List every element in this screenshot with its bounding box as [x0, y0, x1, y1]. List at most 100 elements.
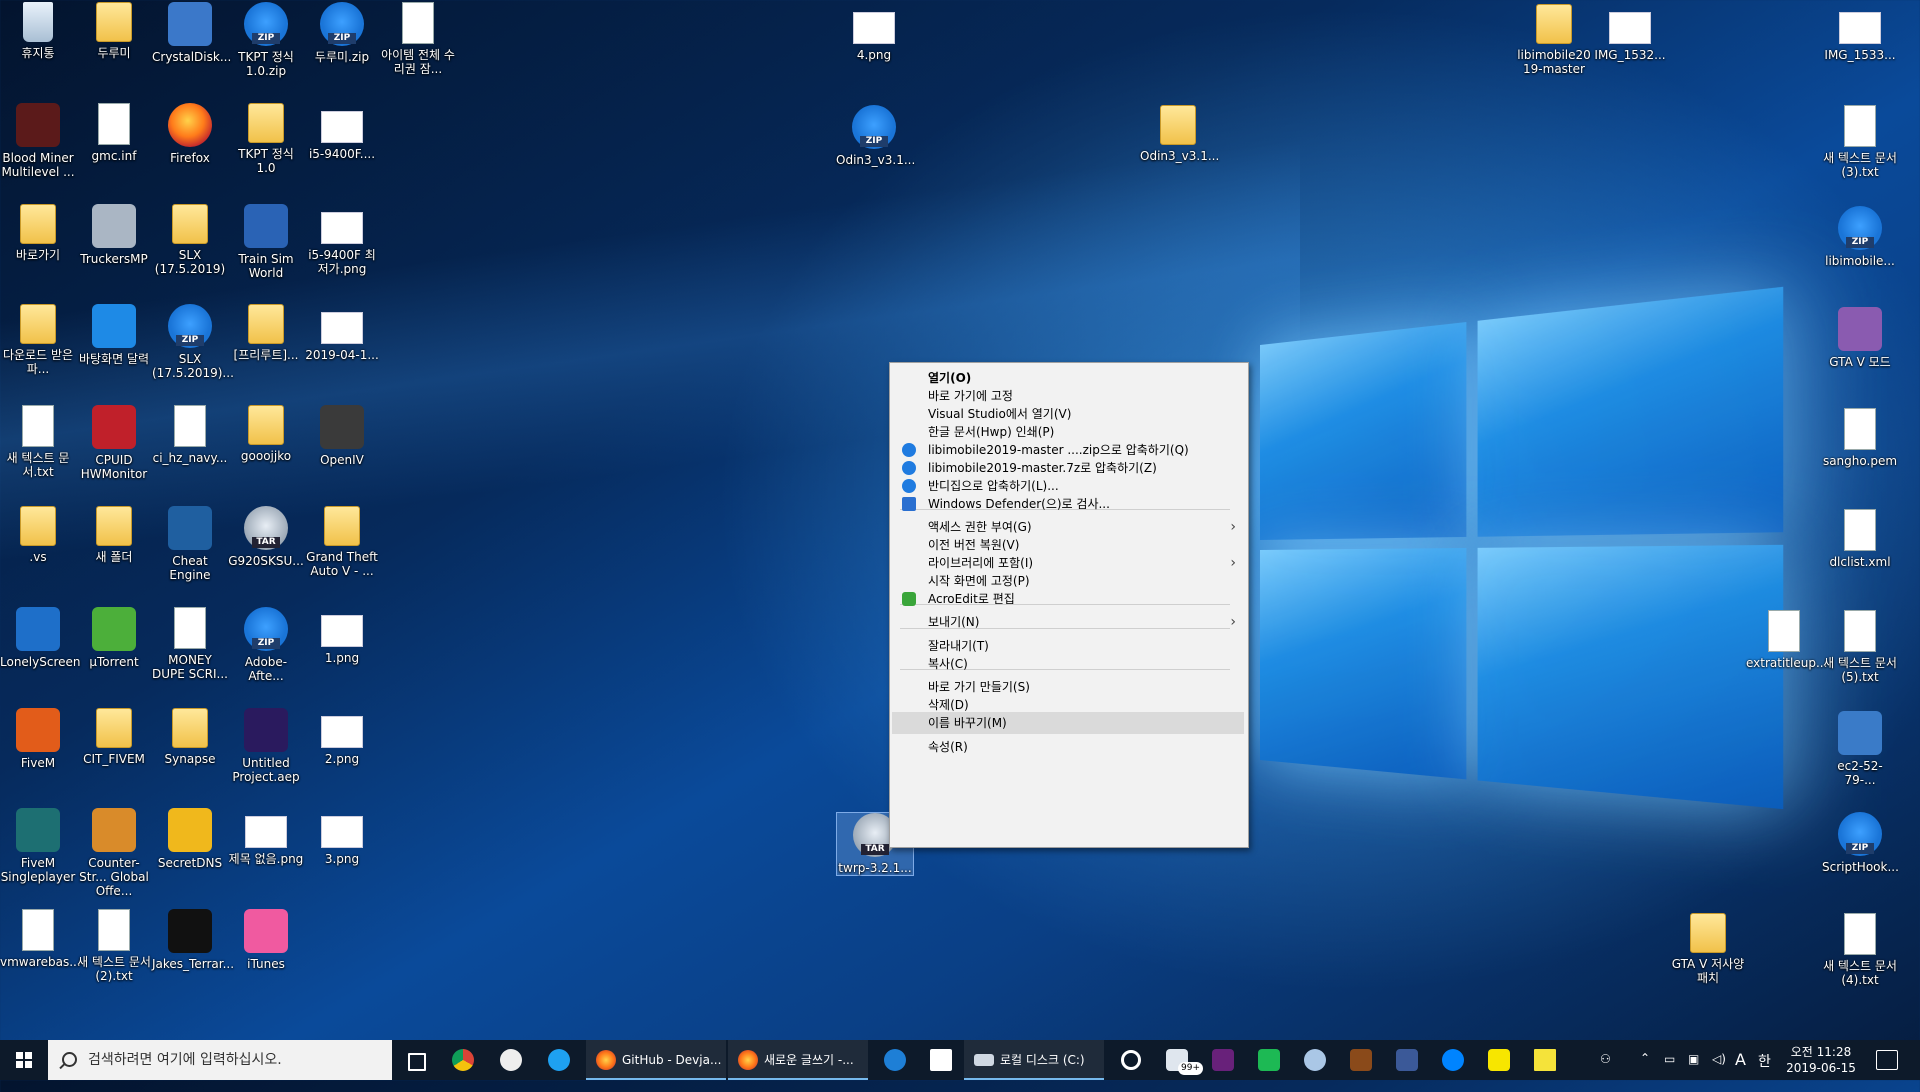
chrome-button[interactable]: [440, 1040, 486, 1080]
desktop-icon[interactable]: ZIP Adobe-Afte...: [228, 607, 304, 683]
app-button[interactable]: [488, 1040, 534, 1080]
desktop-icon[interactable]: Grand Theft Auto V - ...: [304, 506, 380, 578]
battery-icon[interactable]: ▭: [1664, 1052, 1675, 1092]
desktop-icon[interactable]: GTA V 저사양 패치: [1670, 913, 1746, 985]
volume-icon[interactable]: ◁): [1712, 1052, 1726, 1092]
desktop-icon[interactable]: dlclist.xml: [1822, 509, 1898, 569]
desktop-icon[interactable]: IMG_1532...: [1592, 4, 1668, 62]
context-menu-item[interactable]: 속성(R): [892, 736, 1244, 758]
desktop-icon[interactable]: µTorrent: [76, 607, 152, 669]
desktop-icon[interactable]: 새 텍스트 문서 (2).txt: [76, 909, 152, 983]
desktop-icon[interactable]: Train Sim World: [228, 204, 304, 280]
desktop-icon[interactable]: 1.png: [304, 607, 380, 665]
korean-ime-indicator[interactable]: 한: [1758, 1051, 1771, 1091]
store-button[interactable]: [918, 1040, 964, 1080]
clock[interactable]: 오전 11:28 2019-06-15: [1776, 1044, 1866, 1076]
desktop-icon[interactable]: 새 폴더: [76, 506, 152, 564]
desktop-icon[interactable]: 새 텍스트 문서.txt: [0, 405, 76, 479]
desktop-icon[interactable]: gmc.inf: [76, 103, 152, 163]
desktop-icon[interactable]: OpenIV: [304, 405, 380, 467]
desktop-icon[interactable]: .vs: [0, 506, 76, 564]
settings-button[interactable]: [1108, 1040, 1154, 1080]
desktop-icon[interactable]: i5-9400F 최저가.png: [304, 204, 380, 276]
desktop-icon[interactable]: [프리루트]...: [228, 304, 304, 362]
desktop-icon[interactable]: 2.png: [304, 708, 380, 766]
desktop-icon[interactable]: ZIP SLX (17.5.2019)...: [152, 304, 228, 380]
desktop-icon[interactable]: libimobile20 19-master: [1516, 4, 1592, 76]
desktop-icon[interactable]: TKPT 정식 1.0: [228, 103, 304, 175]
desktop-icon[interactable]: 3.png: [304, 808, 380, 866]
desktop-icon[interactable]: vmwarebas...: [0, 909, 76, 969]
ime-mode-indicator[interactable]: A: [1735, 1050, 1746, 1090]
messenger-button[interactable]: [1430, 1040, 1476, 1080]
context-menu-item[interactable]: AcroEdit로 편집: [892, 588, 1244, 610]
edge-button[interactable]: [872, 1040, 918, 1080]
desktop-icon[interactable]: Odin3_v3.1...: [1140, 105, 1216, 163]
desktop-icon[interactable]: 제목 없음.png: [228, 808, 304, 866]
people-icon[interactable]: ⚇: [1600, 1052, 1611, 1092]
desktop-icon[interactable]: 새 텍스트 문서 (5).txt: [1822, 610, 1898, 684]
desktop-icon[interactable]: Cheat Engine: [152, 506, 228, 582]
desktop-icon[interactable]: TAR G920SKSU...: [228, 506, 304, 568]
desktop-icon[interactable]: Counter-Str... Global Offe...: [76, 808, 152, 898]
desktop-icon[interactable]: ZIP Odin3_v3.1...: [836, 105, 912, 167]
taskbar-app-explorer[interactable]: 로컬 디스크 (C:): [964, 1040, 1104, 1080]
visual-studio-button[interactable]: [1200, 1040, 1246, 1080]
desktop-icon[interactable]: GTA V 모드: [1822, 307, 1898, 369]
mail-button[interactable]: 99+: [1154, 1040, 1200, 1080]
desktop-icon[interactable]: 새 텍스트 문서 (4).txt: [1822, 913, 1898, 987]
desktop-icon[interactable]: ec2-52-79-...: [1822, 711, 1898, 787]
desktop-icon[interactable]: ZIP libimobile...: [1822, 206, 1898, 268]
app-brown-button[interactable]: [1338, 1040, 1384, 1080]
desktop-icon[interactable]: i5-9400F....: [304, 103, 380, 161]
desktop-icon[interactable]: 새 텍스트 문서 (3).txt: [1822, 105, 1898, 179]
desktop-icon[interactable]: 4.png: [836, 4, 912, 62]
desktop-icon[interactable]: extratitleup...: [1746, 610, 1822, 670]
search-box[interactable]: 검색하려면 여기에 입력하십시오.: [48, 1040, 392, 1080]
desktop-icon[interactable]: LonelyScreen: [0, 607, 76, 669]
desktop-icon[interactable]: Untitled Project.aep: [228, 708, 304, 784]
context-menu-item[interactable]: Windows Defender(으)로 검사...: [892, 493, 1244, 515]
desktop-icon[interactable]: Blood Miner Multilevel ...: [0, 103, 76, 179]
taskbar-app-new-post[interactable]: 새로운 글쓰기 -...: [728, 1040, 868, 1080]
ie-button[interactable]: [536, 1040, 582, 1080]
desktop-icon[interactable]: SecretDNS: [152, 808, 228, 870]
desktop-icon[interactable]: FiveM: [0, 708, 76, 770]
desktop-icon[interactable]: MONEY DUPE SCRI...: [152, 607, 228, 681]
kakaotalk-button[interactable]: [1476, 1040, 1522, 1080]
action-center-icon[interactable]: [1876, 1050, 1898, 1070]
context-menu-item[interactable]: 이름 바꾸기(M): [892, 712, 1244, 734]
context-menu-item[interactable]: 보내기(N) ›: [892, 611, 1244, 633]
desktop-icon[interactable]: 두루미: [76, 2, 152, 60]
desktop-icon[interactable]: 바로가기: [0, 204, 76, 262]
chevron-up-icon[interactable]: ⌃: [1640, 1051, 1650, 1091]
desktop-icon[interactable]: Jakes_Terrar...: [152, 909, 228, 971]
desktop-icon[interactable]: FiveM Singleplayer: [0, 808, 76, 884]
desktop-icon[interactable]: 바탕화면 달력: [76, 304, 152, 366]
desktop-icon[interactable]: ZIP 두루미.zip: [304, 2, 380, 64]
task-view-button[interactable]: [392, 1040, 438, 1080]
app-green-button[interactable]: [1246, 1040, 1292, 1080]
desktop-icon[interactable]: CIT_FIVEM: [76, 708, 152, 766]
start-button[interactable]: [0, 1040, 48, 1080]
context-menu-item[interactable]: 복사(C): [892, 653, 1244, 675]
desktop-icon[interactable]: CrystalDisk...: [152, 2, 228, 64]
taskbar-app-github[interactable]: GitHub - Devja...: [586, 1040, 726, 1080]
desktop-icon[interactable]: CPUID HWMonitor: [76, 405, 152, 481]
network-icon[interactable]: ▣: [1688, 1052, 1699, 1092]
desktop-icon[interactable]: iTunes: [228, 909, 304, 971]
app-paint-button[interactable]: [1292, 1040, 1338, 1080]
desktop-icon[interactable]: 2019-04-1...: [304, 304, 380, 362]
desktop-icon[interactable]: sangho.pem: [1822, 408, 1898, 468]
desktop-icon[interactable]: TruckersMP: [76, 204, 152, 266]
desktop-icon[interactable]: ZIP TKPT 정식 1.0.zip: [228, 2, 304, 78]
desktop-icon[interactable]: Firefox: [152, 103, 228, 165]
desktop-icon[interactable]: 휴지통: [0, 2, 76, 60]
facebook-button[interactable]: [1384, 1040, 1430, 1080]
desktop-icon[interactable]: 아이템 전체 수리권 잠...: [380, 2, 456, 76]
desktop-icon[interactable]: IMG_1533...: [1822, 4, 1898, 62]
desktop-icon[interactable]: ci_hz_navy...: [152, 405, 228, 465]
sticky-notes-button[interactable]: [1522, 1040, 1568, 1080]
desktop-icon[interactable]: SLX (17.5.2019): [152, 204, 228, 276]
desktop-icon[interactable]: ZIP ScriptHook...: [1822, 812, 1898, 874]
